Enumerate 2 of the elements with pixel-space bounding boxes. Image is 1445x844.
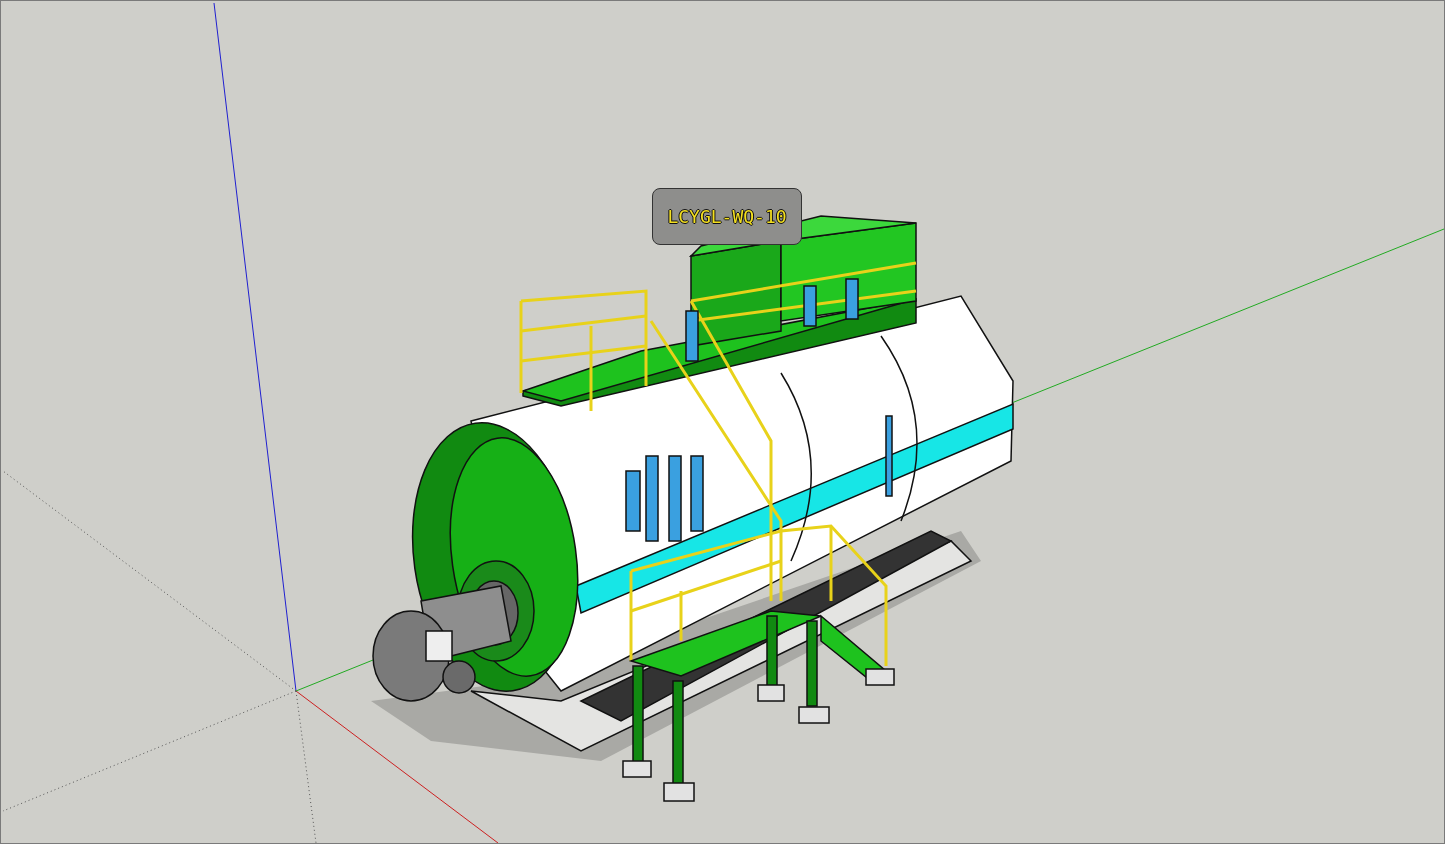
model-viewport[interactable]: LCYGL-WQ-10 bbox=[0, 0, 1445, 844]
model-label: LCYGL-WQ-10 bbox=[667, 206, 787, 227]
